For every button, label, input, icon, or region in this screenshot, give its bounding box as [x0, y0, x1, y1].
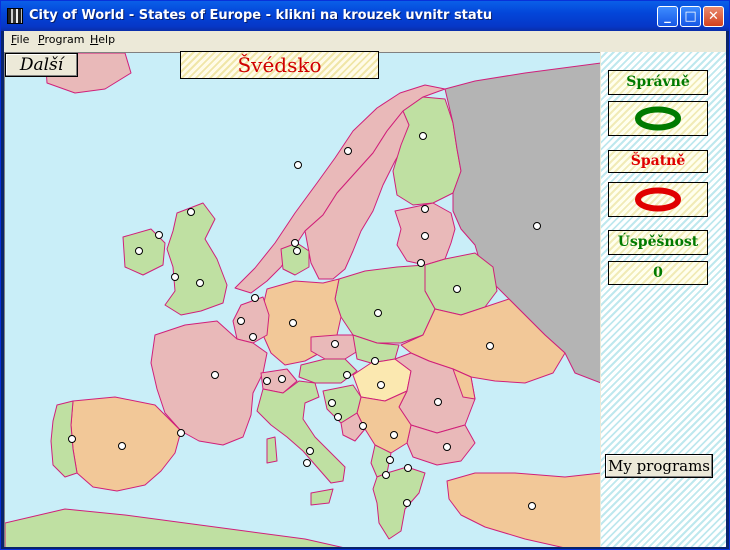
marker-slovenia — [328, 399, 336, 407]
title-bar[interactable]: City of World - States of Europe - klikn… — [1, 1, 729, 31]
menu-help-label: elp — [98, 33, 116, 46]
next-button[interactable]: Další — [5, 53, 78, 77]
marker-uk — [187, 208, 195, 216]
app-window: City of World - States of Europe - klikn… — [0, 0, 730, 550]
state-poland — [334, 264, 436, 344]
close-button[interactable]: ✕ — [703, 6, 724, 27]
marker-denmark-2 — [293, 247, 301, 255]
marker-russia — [533, 222, 541, 230]
state-uk — [164, 202, 228, 316]
europe-map[interactable] — [4, 52, 600, 547]
europe-map-svg — [5, 53, 600, 547]
marker-belgium — [237, 317, 245, 325]
marker-macedonia — [404, 464, 412, 472]
marker-greece — [403, 499, 411, 507]
success-value: 0 — [608, 261, 708, 285]
maximize-button[interactable]: □ — [680, 6, 701, 27]
state-turkey — [446, 472, 600, 547]
marker-estonia — [421, 205, 429, 213]
minimize-button[interactable]: _ — [657, 6, 678, 27]
wrong-label: Špatně — [608, 150, 708, 173]
target-state-label: Švédsko — [180, 51, 379, 79]
state-greece — [372, 466, 426, 540]
menu-file-label: ile — [16, 33, 30, 46]
marker-norway — [294, 161, 302, 169]
marker-spain — [118, 442, 126, 450]
marker-northern-ireland — [155, 231, 163, 239]
state-sicily — [310, 488, 334, 506]
marker-france — [211, 371, 219, 379]
red-ring-icon — [635, 187, 681, 212]
marker-switzerland — [263, 377, 271, 385]
marker-hungary — [377, 381, 385, 389]
wrong-indicator — [608, 182, 708, 217]
marker-romania — [434, 398, 442, 406]
correct-indicator — [608, 101, 708, 136]
marker-croatia — [334, 413, 342, 421]
my-programs-button[interactable]: My programs — [605, 454, 713, 478]
marker-germany — [289, 319, 297, 327]
marker-poland — [374, 309, 382, 317]
marker-italy — [306, 447, 314, 455]
client-area: Další Švédsko Správně Špatně Úspěšnost 0… — [4, 49, 726, 547]
marker-bosnia — [359, 422, 367, 430]
marker-czechia — [331, 340, 339, 348]
marker-turkey — [528, 502, 536, 510]
window-title: City of World - States of Europe - klikn… — [29, 8, 493, 23]
marker-luxembourg — [249, 333, 257, 341]
marker-albania — [382, 471, 390, 479]
marker-serbia — [390, 431, 398, 439]
marker-portugal — [68, 435, 76, 443]
menu-bar: File Program Help — [4, 31, 726, 49]
marker-ukraine — [486, 342, 494, 350]
marker-slovakia — [371, 357, 379, 365]
marker-netherlands — [251, 294, 259, 302]
marker-austria — [343, 371, 351, 379]
marker-uk-wales — [196, 279, 204, 287]
marker-lithuania — [417, 259, 425, 267]
marker-latvia — [421, 232, 429, 240]
state-belarus — [424, 252, 498, 316]
marker-san-marino — [303, 459, 311, 467]
correct-label: Správně — [608, 70, 708, 95]
menu-program-label: rogram — [44, 33, 85, 46]
marker-bulgaria — [443, 443, 451, 451]
state-austria — [298, 358, 358, 384]
marker-sweden — [344, 147, 352, 155]
marker-belarus — [453, 285, 461, 293]
green-ring-icon — [635, 106, 681, 131]
marker-liechtenstein — [278, 375, 286, 383]
menu-file[interactable]: File — [11, 33, 29, 46]
marker-finland — [419, 132, 427, 140]
marker-andorra — [177, 429, 185, 437]
success-label: Úspěšnost — [608, 230, 708, 255]
menu-help[interactable]: Help — [90, 33, 115, 46]
state-sardinia — [266, 436, 278, 464]
menu-program[interactable]: Program — [38, 33, 84, 46]
marker-montenegro — [386, 456, 394, 464]
marker-uk-england — [171, 273, 179, 281]
marker-denmark — [291, 239, 299, 247]
state-north-africa — [5, 508, 343, 547]
app-icon[interactable] — [7, 8, 23, 24]
marker-ireland — [135, 247, 143, 255]
